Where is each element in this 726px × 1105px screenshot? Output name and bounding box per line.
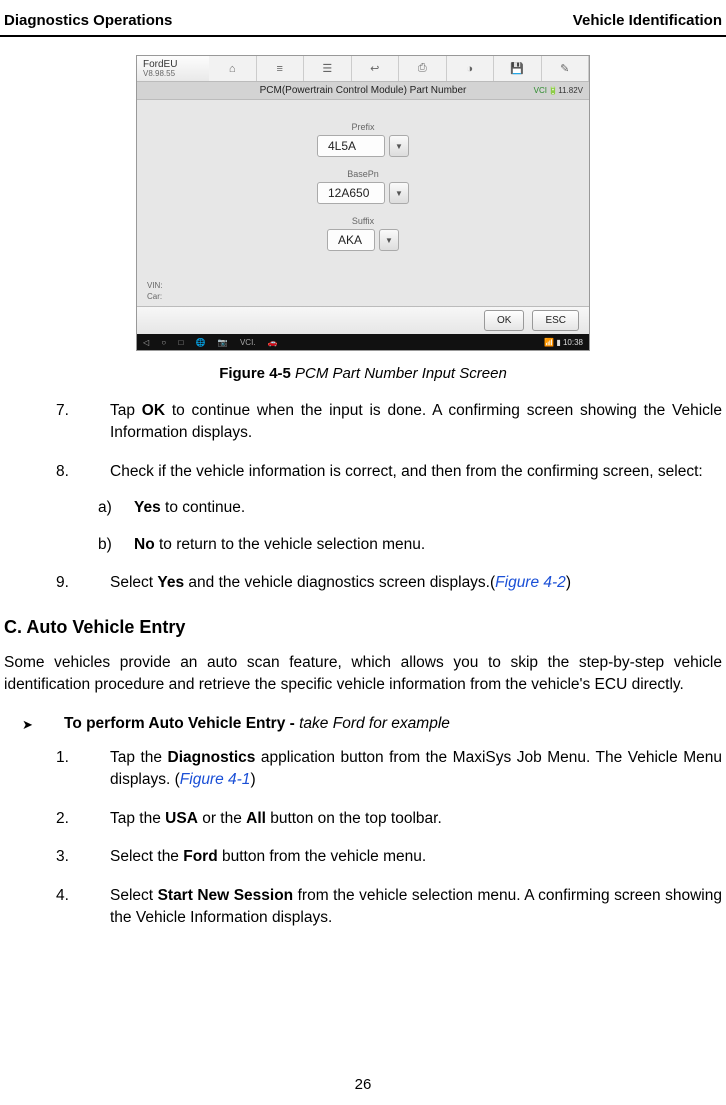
step-8-sublist: a) Yes to continue. b) No to return to t… [110,497,722,556]
basepn-value: 12A650 [317,182,385,204]
arrow-right-icon: ➤ [22,717,33,733]
ss-nav-icons: ◁ ○ □ 🌐 📷 VCI. 🚗 [143,338,288,347]
step-9-mid: and the vehicle diagnostics screen displ… [184,574,495,591]
ss-brand-name: FordEU [143,59,209,70]
recent-nav-icon[interactable]: □ [178,338,183,347]
home-icon[interactable]: ⌂ [209,56,257,81]
prefix-field: Prefix 4L5A ▼ [137,122,589,157]
nav-icon[interactable]: ≡ [257,56,305,81]
step-8: 8. Check if the vehicle information is c… [110,461,722,556]
vcl-icon[interactable]: VCI. [240,338,256,347]
ss-title-bar: PCM(Powertrain Control Module) Part Numb… [137,82,589,100]
car-icon[interactable]: 🚗 [268,338,278,347]
procedure-title-bold: To perform Auto Vehicle Entry - [64,715,299,732]
back-nav-icon[interactable]: ◁ [143,338,149,347]
ss-vin-block: VIN: Car: [147,281,163,302]
proc-step-2: 2. Tap the USA or the All button on the … [110,808,722,830]
section-c-heading: C. Auto Vehicle Entry [0,611,726,652]
embedded-screenshot: FordEU V8.98.55 ⌂ ≡ ☰ ↩ ⎙ ◑ 💾 ✎ PCM(Powe… [136,55,590,351]
basepn-field: BasePn 12A650 ▼ [137,169,589,204]
figure-4-2-link[interactable]: Figure 4-2 [495,574,566,591]
ss-brand: FordEU V8.98.55 [137,59,209,79]
step-number: 1. [56,747,69,769]
chevron-down-icon[interactable]: ▼ [389,182,409,204]
caption-label: Figure 4-5 [219,365,291,382]
chevron-down-icon[interactable]: ▼ [379,229,399,251]
edit-icon[interactable]: ✎ [542,56,590,81]
help-icon[interactable]: ◑ [447,56,495,81]
ss-toolbar-icons: ⌂ ≡ ☰ ↩ ⎙ ◑ 💾 ✎ [209,56,589,81]
suffix-select[interactable]: AKA ▼ [327,229,399,251]
ss-version: V8.98.55 [143,70,209,79]
main-content: 7. Tap OK to continue when the input is … [0,400,726,930]
steps-list-continued: 7. Tap OK to continue when the input is … [0,400,726,595]
car-label: Car: [147,292,163,302]
figure-4-1-link[interactable]: Figure 4-1 [180,771,251,788]
step-9-post: ) [566,574,571,591]
vin-label: VIN: [147,281,163,291]
vci-icon: VCI [534,86,547,95]
procedure-steps: 1. Tap the Diagnostics application butto… [0,747,726,930]
ss-voltage: 🔋11.82V [548,86,583,95]
screenshot-figure: FordEU V8.98.55 ⌂ ≡ ☰ ↩ ⎙ ◑ 💾 ✎ PCM(Powe… [0,55,726,351]
back-icon[interactable]: ↩ [352,56,400,81]
suffix-field: Suffix AKA ▼ [137,216,589,251]
substep-letter: a) [98,497,112,519]
basepn-label: BasePn [347,169,379,179]
ss-android-navbar: ◁ ○ □ 🌐 📷 VCI. 🚗 📶 ▮ 10:38 [137,334,589,350]
step-9: 9. Select Yes and the vehicle diagnostic… [110,572,722,594]
step-9-pre: Select [110,574,157,591]
ss-clock: 📶 ▮ 10:38 [544,338,583,347]
step-9-bold: Yes [157,574,184,591]
esc-button[interactable]: ESC [532,310,579,331]
step-number: 4. [56,885,69,907]
step-number: 2. [56,808,69,830]
substep-letter: b) [98,534,112,556]
procedure-title-italic: take Ford for example [299,715,450,732]
step-number: 3. [56,846,69,868]
proc-step-1: 1. Tap the Diagnostics application butto… [110,747,722,792]
figure-caption: Figure 4-5 PCM Part Number Input Screen [0,365,726,382]
suffix-value: AKA [327,229,375,251]
step-number: 9. [56,572,69,594]
proc-step-4: 4. Select Start New Session from the veh… [110,885,722,930]
grid-icon[interactable]: ☰ [304,56,352,81]
header-right: Vehicle Identification [573,12,722,29]
step-number: 8. [56,461,69,483]
save-icon[interactable]: 💾 [494,56,542,81]
suffix-label: Suffix [352,216,374,226]
ss-body: Prefix 4L5A ▼ BasePn 12A650 ▼ Suffix AKA… [137,100,589,310]
basepn-select[interactable]: 12A650 ▼ [317,182,409,204]
ok-button[interactable]: OK [484,310,524,331]
step-number: 7. [56,400,69,422]
prefix-label: Prefix [351,122,374,132]
page-header: Diagnostics Operations Vehicle Identific… [0,12,726,35]
caption-title: PCM Part Number Input Screen [295,365,507,382]
step-8b: b) No to return to the vehicle selection… [134,534,722,556]
page-number: 26 [0,1076,726,1093]
procedure-heading: ➤ To perform Auto Vehicle Entry - take F… [0,715,726,747]
camera-icon[interactable]: 📷 [218,338,228,347]
section-c-para: Some vehicles provide an auto scan featu… [0,652,726,715]
home-nav-icon[interactable]: ○ [161,338,166,347]
print-icon[interactable]: ⎙ [399,56,447,81]
step-8a: a) Yes to continue. [134,497,722,519]
ss-top-toolbar: FordEU V8.98.55 ⌂ ≡ ☰ ↩ ⎙ ◑ 💾 ✎ [137,56,589,82]
prefix-value: 4L5A [317,135,385,157]
chevron-down-icon[interactable]: ▼ [389,135,409,157]
header-left: Diagnostics Operations [4,12,172,29]
browser-icon[interactable]: 🌐 [196,338,206,347]
prefix-select[interactable]: 4L5A ▼ [317,135,409,157]
proc-step-3: 3. Select the Ford button from the vehic… [110,846,722,868]
ss-bottom-bar: OK ESC [137,306,589,334]
header-divider [0,35,726,37]
step-7: 7. Tap OK to continue when the input is … [110,400,722,445]
ss-title-text: PCM(Powertrain Control Module) Part Numb… [260,85,467,96]
